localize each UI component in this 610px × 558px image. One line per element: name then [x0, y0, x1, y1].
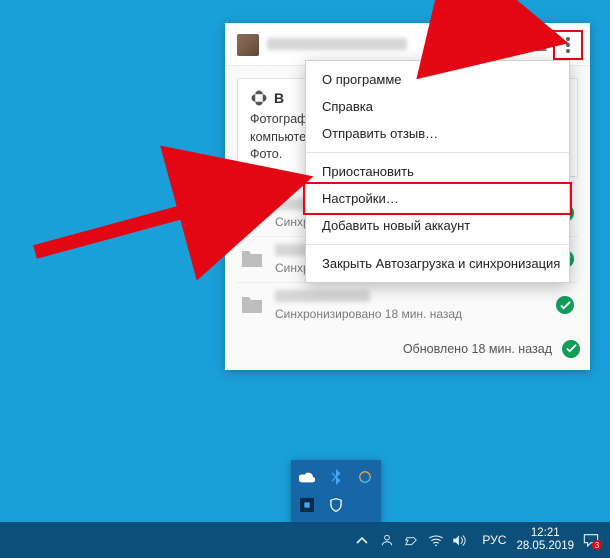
menu-add-account[interactable]: Добавить новый аккаунт: [306, 212, 569, 239]
clock[interactable]: 12:21 28.05.2019: [512, 527, 578, 553]
sync-app-icon[interactable]: [354, 466, 376, 488]
folder-icon: [239, 292, 265, 318]
language-indicator[interactable]: РУС: [476, 533, 512, 547]
taskbar: РУС 12:21 28.05.2019 3: [0, 522, 610, 558]
more-menu-button[interactable]: [556, 33, 580, 57]
wifi-icon[interactable]: [428, 534, 452, 546]
list-item[interactable]: Синхронизировано 18 мин. назад: [237, 283, 578, 328]
power-icon[interactable]: [404, 533, 428, 547]
folder-icon: [239, 200, 265, 226]
account-email: [267, 38, 407, 53]
action-center-icon[interactable]: 3: [578, 528, 604, 552]
date: 28.05.2019: [516, 540, 574, 553]
onedrive-icon[interactable]: [296, 466, 318, 488]
open-folder-icon[interactable]: [530, 37, 556, 53]
photo-card-title-prefix: В: [274, 90, 284, 106]
app-icon[interactable]: [296, 494, 318, 516]
menu-feedback[interactable]: Отправить отзыв…: [306, 120, 569, 147]
menu-about[interactable]: О программе: [306, 66, 569, 93]
google-photos-icon: [250, 89, 268, 107]
people-icon[interactable]: [380, 533, 404, 547]
menu-pause[interactable]: Приостановить: [306, 158, 569, 185]
avatar: [237, 34, 259, 56]
check-icon: [556, 296, 574, 314]
defender-icon[interactable]: [325, 494, 347, 516]
bluetooth-icon[interactable]: [325, 466, 347, 488]
tray-chevron-up-icon[interactable]: [356, 536, 380, 544]
volume-icon[interactable]: [452, 534, 476, 547]
more-menu: О программе Справка Отправить отзыв… При…: [305, 60, 570, 283]
menu-separator: [306, 152, 569, 153]
updated-label: Обновлено 18 мин. назад: [403, 342, 552, 356]
drive-icon[interactable]: [504, 37, 530, 53]
menu-separator: [306, 244, 569, 245]
folder-icon: [239, 246, 265, 272]
menu-quit[interactable]: Закрыть Автозагрузка и синхронизация: [306, 250, 569, 277]
menu-settings[interactable]: Настройки…: [306, 185, 569, 212]
sync-status: Синхронизировано 18 мин. назад: [275, 307, 556, 321]
time: 12:21: [516, 527, 574, 540]
updated-footer: Обновлено 18 мин. назад: [225, 330, 590, 370]
check-icon: [562, 340, 580, 358]
notification-badge: 3: [592, 540, 602, 550]
tray-popup: [291, 460, 381, 522]
folder-name: [275, 290, 556, 305]
menu-help[interactable]: Справка: [306, 93, 569, 120]
